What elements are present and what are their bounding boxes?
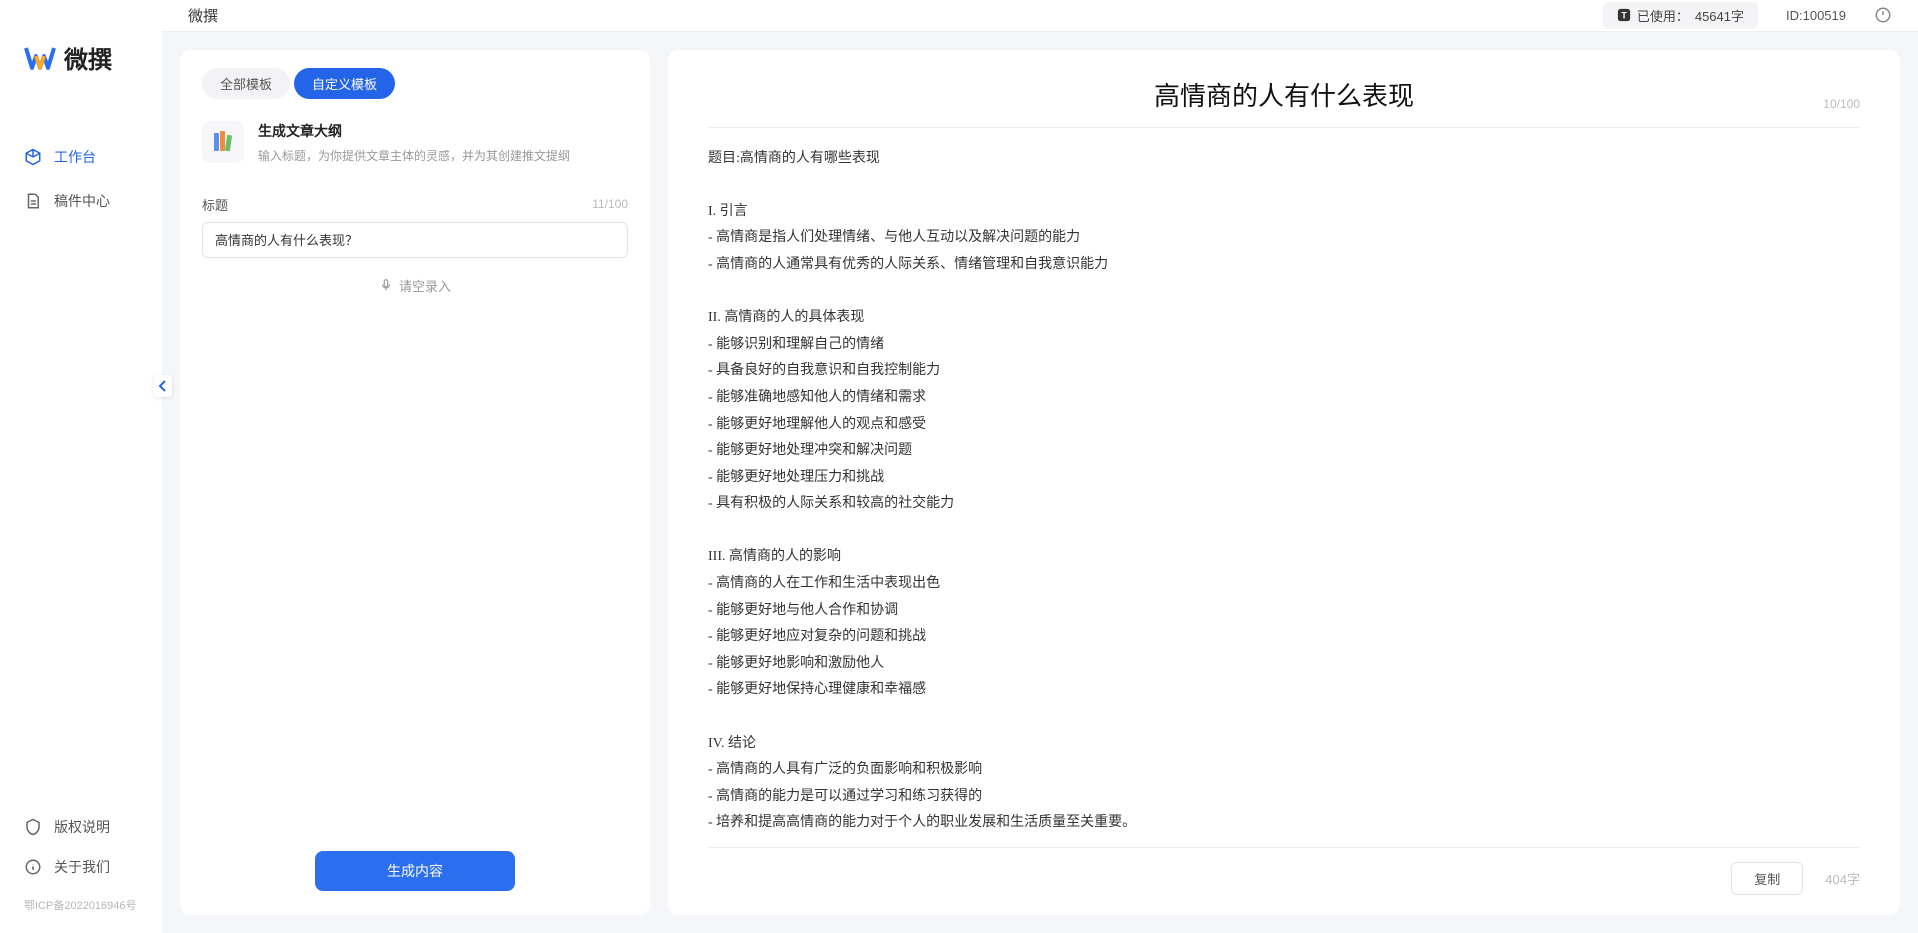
logo-text: 微撰 — [64, 40, 112, 75]
books-icon — [202, 121, 244, 163]
left-panel: 全部模板 自定义模板 生成文章大纲 输入标题，为你提供文章主体的灵感，并为其创建… — [180, 50, 650, 915]
main: 微撰 T 已使用： 45641字 ID:100519 全部模板 — [162, 0, 1918, 933]
nav-item-workbench[interactable]: 工作台 — [0, 135, 162, 179]
nav-item-label: 稿件中心 — [54, 191, 110, 211]
nav-item-drafts[interactable]: 稿件中心 — [0, 179, 162, 223]
footer-label: 版权说明 — [54, 817, 110, 837]
voice-input-row[interactable]: 请空录入 — [202, 276, 628, 295]
footer-about[interactable]: 关于我们 — [24, 847, 138, 887]
document-icon — [24, 192, 42, 210]
usage-value: 45641字 — [1695, 6, 1744, 25]
icp-text: 鄂ICP备2022016946号 — [0, 887, 162, 913]
nav: 工作台 稿件中心 — [0, 135, 162, 807]
copy-button[interactable]: 复制 — [1731, 862, 1803, 895]
logo[interactable]: 微撰 — [0, 40, 162, 135]
usage-badge[interactable]: T 已使用： 45641字 — [1603, 2, 1758, 29]
divider — [708, 127, 1860, 128]
title-input[interactable] — [202, 222, 628, 258]
sidebar-footer: 版权说明 关于我们 — [0, 807, 162, 887]
power-icon[interactable] — [1874, 6, 1892, 24]
tab-all-templates[interactable]: 全部模板 — [202, 68, 290, 99]
output-title-row: 高情商的人有什么表现 10/100 — [708, 76, 1860, 113]
output-footer: 复制 404字 — [708, 847, 1860, 895]
footer-label: 关于我们 — [54, 857, 110, 877]
sidebar: 微撰 工作台 稿件中心 版权说明 — [0, 0, 162, 933]
template-card: 生成文章大纲 输入标题，为你提供文章主体的灵感，并为其创建推文提纲 — [202, 121, 628, 165]
content: 全部模板 自定义模板 生成文章大纲 输入标题，为你提供文章主体的灵感，并为其创建… — [162, 32, 1918, 933]
voice-hint: 请空录入 — [399, 276, 451, 295]
svg-text:T: T — [1621, 11, 1627, 21]
template-desc: 输入标题，为你提供文章主体的灵感，并为其创建推文提纲 — [258, 147, 628, 165]
header: 微撰 T 已使用： 45641字 ID:100519 — [162, 0, 1918, 32]
nav-item-label: 工作台 — [54, 147, 96, 167]
generate-button[interactable]: 生成内容 — [315, 851, 515, 891]
template-title: 生成文章大纲 — [258, 121, 628, 141]
chevron-left-icon — [158, 380, 168, 392]
text-icon: T — [1617, 8, 1631, 22]
right-panel: 高情商的人有什么表现 10/100 题目:高情商的人有哪些表现 I. 引言 - … — [668, 50, 1900, 915]
sidebar-collapse-handle[interactable] — [154, 375, 172, 397]
tab-custom-templates[interactable]: 自定义模板 — [294, 68, 395, 99]
header-title: 微撰 — [188, 5, 218, 26]
usage-prefix: 已使用： — [1637, 6, 1689, 25]
cube-icon — [24, 148, 42, 166]
output-body[interactable]: 题目:高情商的人有哪些表现 I. 引言 - 高情商是指人们处理情绪、与他人互动以… — [708, 146, 1860, 837]
output-title-count: 10/100 — [1823, 97, 1860, 111]
title-char-count: 11/100 — [592, 197, 628, 211]
header-right: T 已使用： 45641字 ID:100519 — [1603, 2, 1892, 29]
user-id: ID:100519 — [1786, 8, 1846, 23]
logo-icon — [24, 42, 56, 74]
mic-icon — [379, 278, 393, 292]
tab-row: 全部模板 自定义模板 — [202, 68, 628, 99]
output-title: 高情商的人有什么表现 — [1154, 76, 1414, 113]
footer-copyright[interactable]: 版权说明 — [24, 807, 138, 847]
shield-icon — [24, 818, 42, 836]
form-label-row: 标题 11/100 — [202, 195, 628, 214]
title-label: 标题 — [202, 195, 228, 214]
word-count: 404字 — [1825, 869, 1860, 888]
info-icon — [24, 858, 42, 876]
